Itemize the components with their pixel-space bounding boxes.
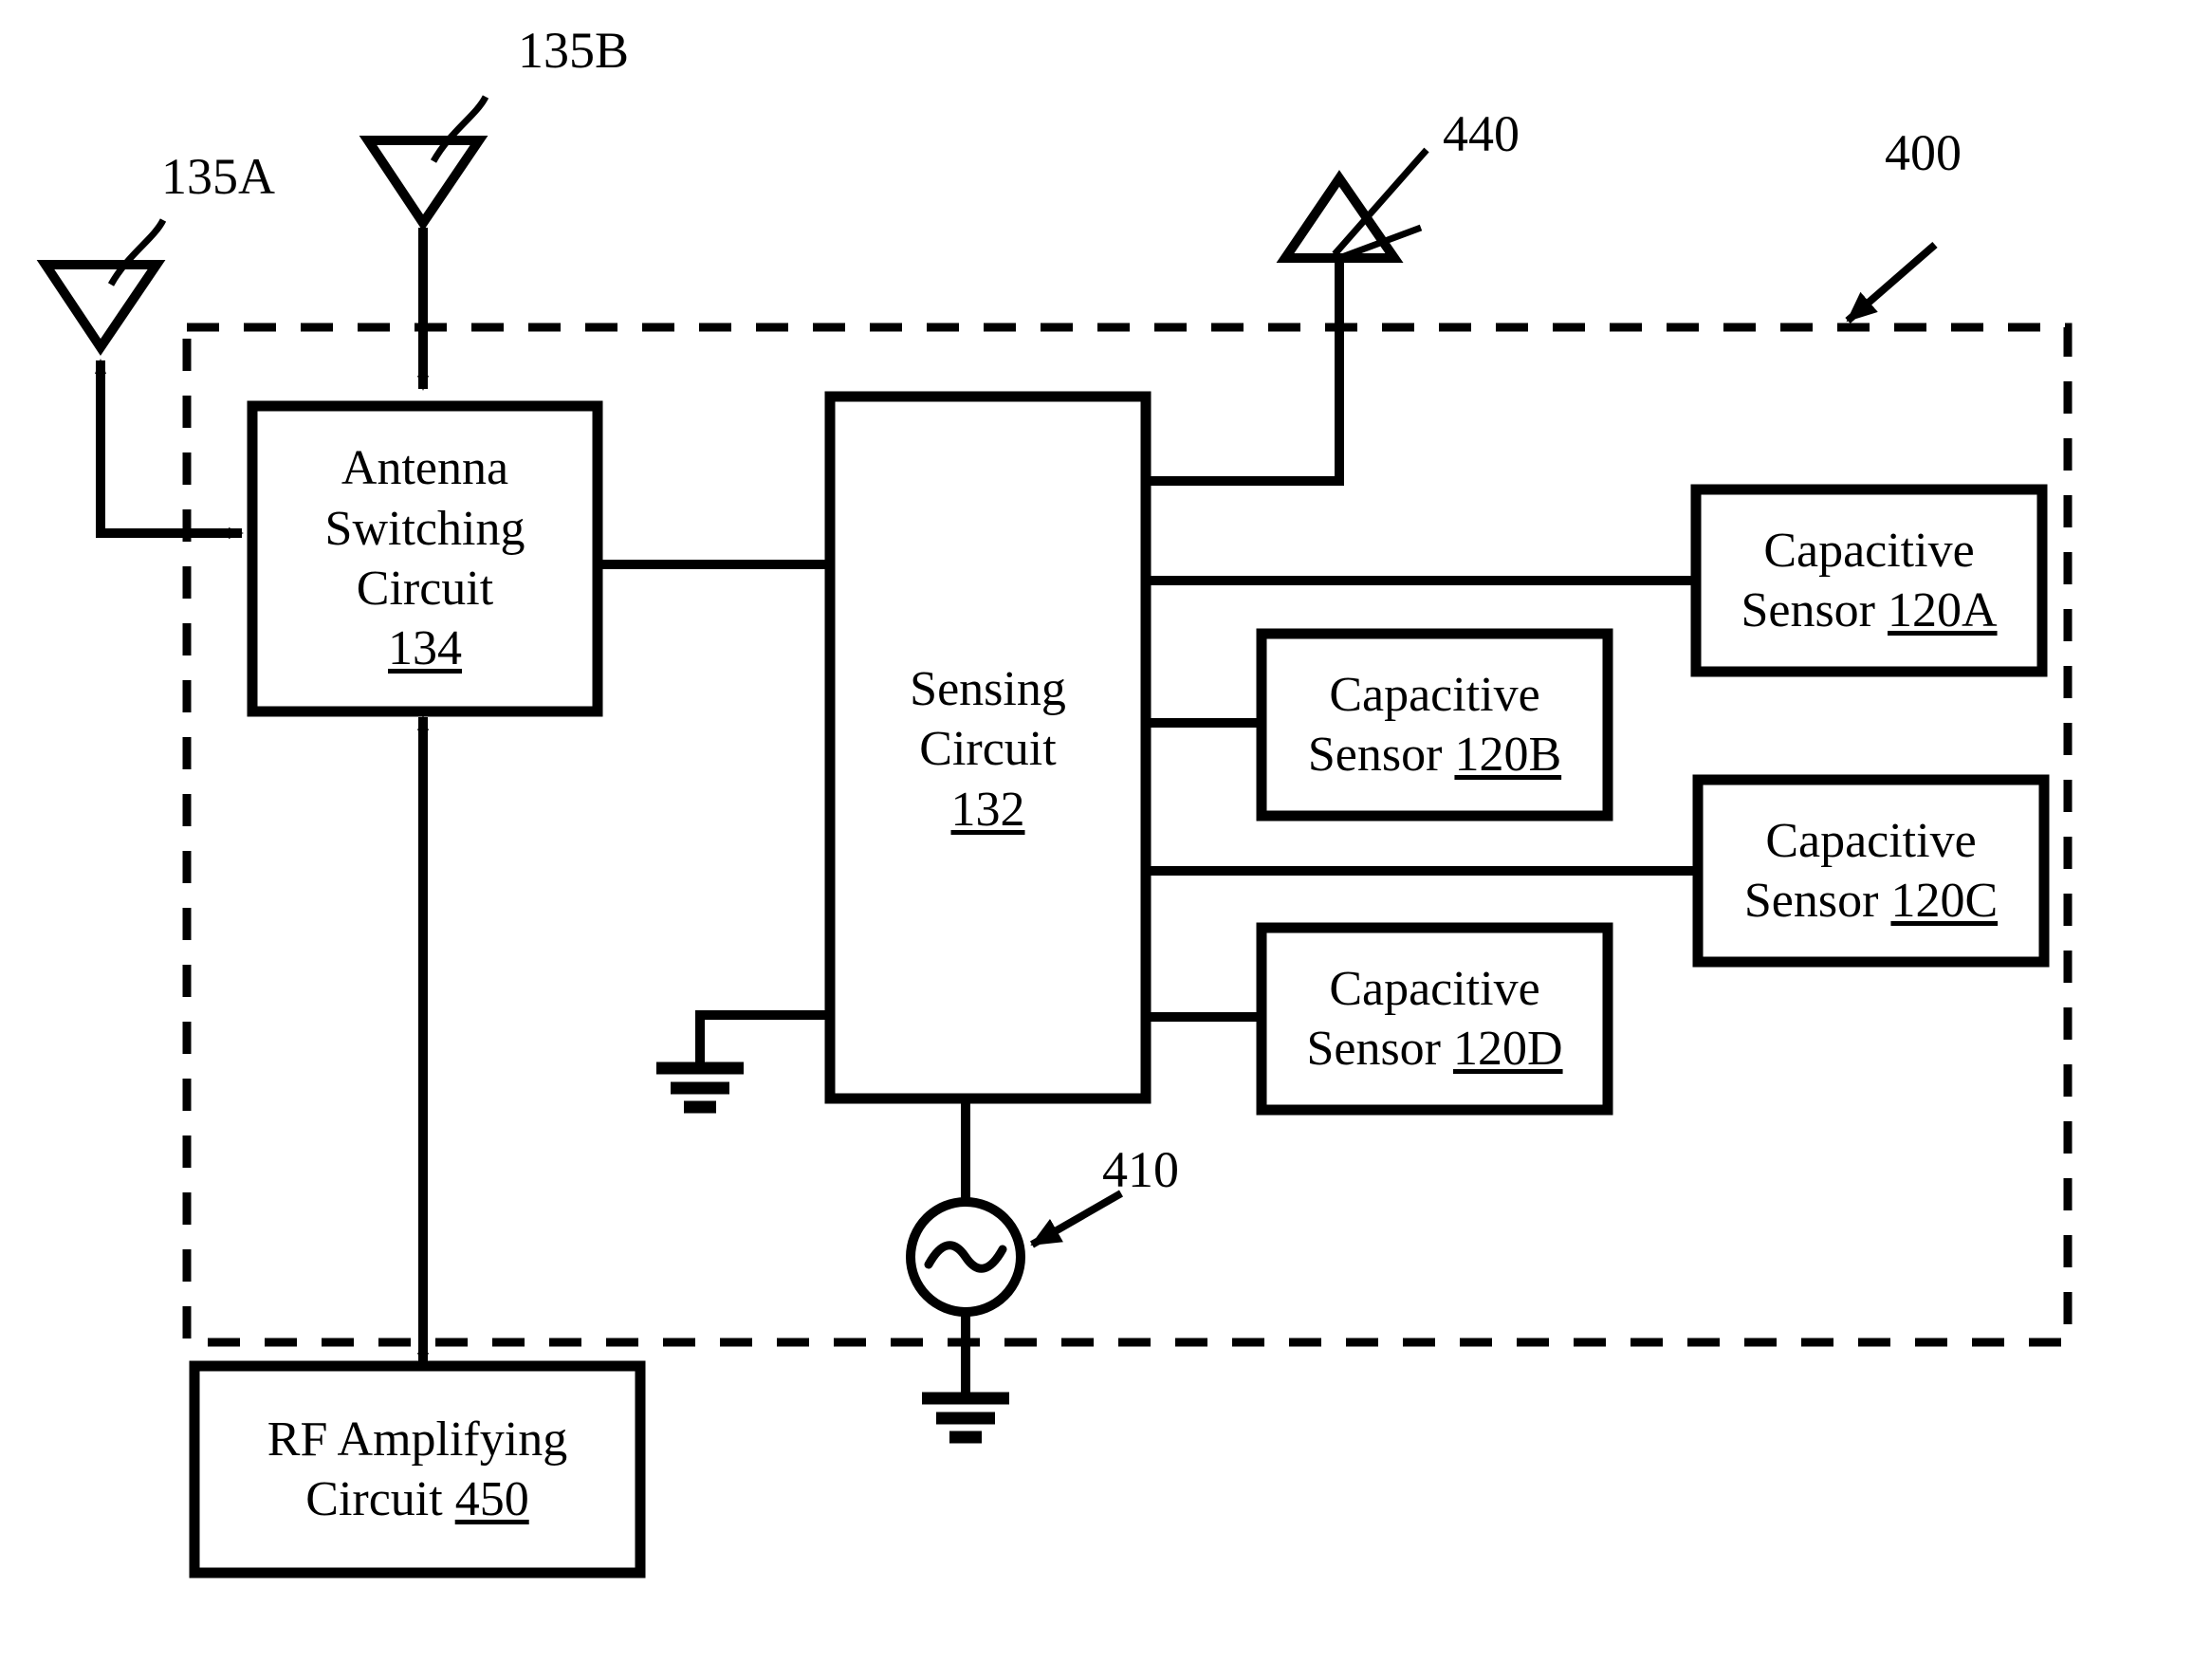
ref-label-410: 410 xyxy=(1102,1141,1179,1198)
figure-background xyxy=(0,0,2211,1680)
ref-label-400: 400 xyxy=(1885,124,1962,181)
ref-label-135a: 135A xyxy=(161,148,275,205)
ref-label-135b: 135B xyxy=(518,22,630,79)
patent-figure: Antenna Switching Circuit 134 Sensing Ci… xyxy=(0,0,2211,1680)
ref-label-440: 440 xyxy=(1443,105,1520,162)
figure-canvas xyxy=(0,0,2211,1680)
